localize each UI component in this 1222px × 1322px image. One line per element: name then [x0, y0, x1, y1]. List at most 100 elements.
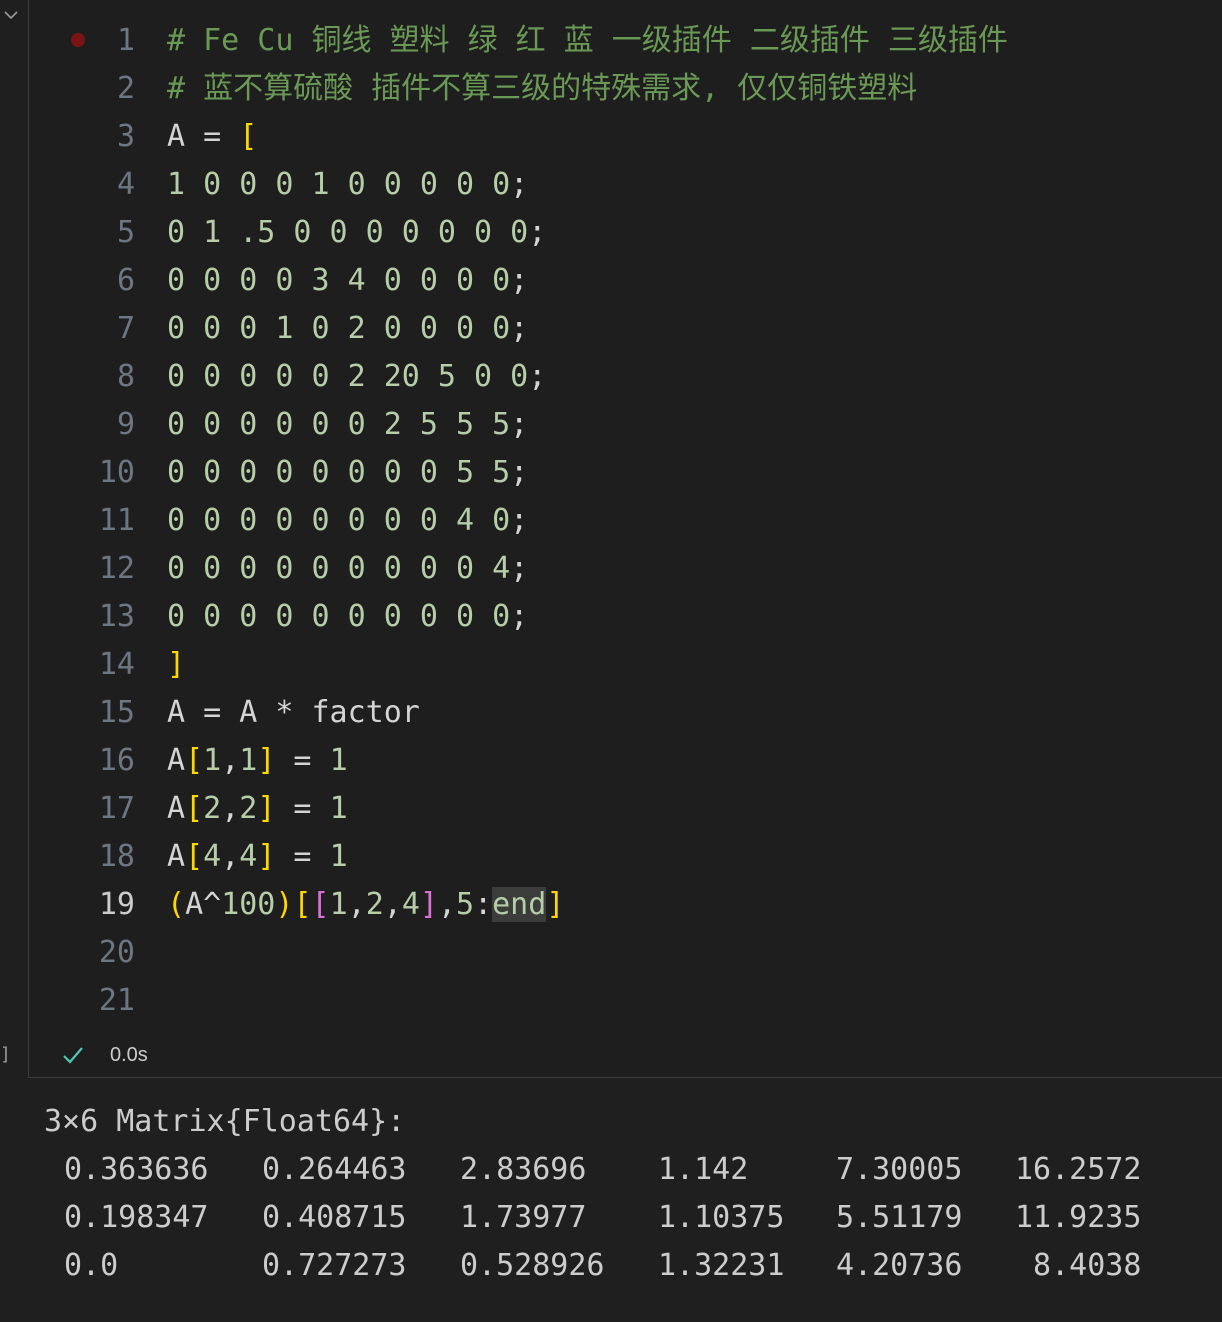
line-number: 15: [98, 695, 135, 730]
code-token: 0 0 0 1 0 2 0 0 0 0: [167, 311, 511, 346]
code-token: 1: [329, 743, 348, 778]
code-token: :: [474, 887, 493, 922]
code-token: ]: [257, 791, 276, 826]
line-number: 3: [116, 119, 135, 154]
code-token: 1: [329, 791, 348, 826]
matrix-row: 0.363636 0.264463 2.83696 1.142 7.30005 16.25…: [0, 1146, 1222, 1194]
code-line[interactable]: 5 0 1 .5 0 0 0 0 0 0 0;: [29, 209, 1222, 257]
line-number: 13: [98, 599, 135, 634]
code-token: [: [239, 119, 258, 154]
code-line[interactable]: 16 A[1,1] = 1: [29, 737, 1222, 785]
line-number: 1: [116, 23, 135, 58]
matrix-cell: 0.264463: [262, 1152, 407, 1187]
code-token: 1: [329, 839, 348, 874]
code-token: A^: [185, 887, 222, 922]
line-number: 16: [98, 743, 135, 778]
code-text: # 蓝不算硫酸 插件不算三级的特殊需求, 仅仅铜铁塑料: [167, 65, 917, 113]
matrix-row: 0.0 0.727273 0.528926 1.32231 4.20736 8.4038: [0, 1242, 1222, 1290]
code-token: 5: [456, 887, 475, 922]
code-line[interactable]: 21: [29, 977, 1222, 1025]
line-number: 21: [98, 983, 135, 1018]
code-line[interactable]: 9 0 0 0 0 0 0 2 5 5 5;: [29, 401, 1222, 449]
code-text: A = A * factor: [167, 689, 420, 737]
code-line[interactable]: 11 0 0 0 0 0 0 0 0 4 0;: [29, 497, 1222, 545]
code-token: A: [167, 839, 186, 874]
code-token: ;: [510, 263, 529, 298]
code-line[interactable]: 13 0 0 0 0 0 0 0 0 0 0;: [29, 593, 1222, 641]
matrix-cell: 0.408715: [262, 1200, 407, 1235]
code-token: ,: [221, 791, 240, 826]
check-icon: [62, 1044, 84, 1066]
code-line[interactable]: 18 A[4,4] = 1: [29, 833, 1222, 881]
code-line[interactable]: 12 0 0 0 0 0 0 0 0 0 4;: [29, 545, 1222, 593]
code-token: A: [167, 743, 186, 778]
matrix-cell: 0.727273: [262, 1248, 407, 1283]
code-text: 0 0 0 0 0 0 0 0 4 0;: [167, 497, 528, 545]
line-number: 20: [98, 935, 135, 970]
code-line[interactable]: 10 0 0 0 0 0 0 0 0 5 5;: [29, 449, 1222, 497]
code-token: ]: [257, 839, 276, 874]
code-cell[interactable]: 1 # Fe Cu 铜线 塑料 绿 红 蓝 一级插件 二级插件 三级插件 2 # 蓝不…: [28, 0, 1222, 1078]
code-token: 1: [203, 743, 222, 778]
code-line[interactable]: 8 0 0 0 0 0 2 20 5 0 0;: [29, 353, 1222, 401]
code-token: 4: [239, 839, 258, 874]
line-number: 17: [98, 791, 135, 826]
code-line[interactable]: 3 A = [: [29, 113, 1222, 161]
code-token: (: [167, 887, 186, 922]
line-number: 12: [98, 551, 135, 586]
code-comment: # 蓝不算硫酸 插件不算三级的特殊需求, 仅仅铜铁塑料: [167, 71, 918, 106]
execution-time: 0.0s: [110, 1044, 148, 1066]
line-number: 8: [116, 359, 135, 394]
code-token: ;: [510, 311, 529, 346]
cell-output: 3×6 Matrix{Float64}: 0.363636 0.264463 2.8…: [0, 1078, 1222, 1322]
matrix-cell: 0.198347: [64, 1200, 209, 1235]
code-token: 0 0 0 0 0 0 0 0 4 0: [167, 503, 511, 538]
code-line[interactable]: 17 A[2,2] = 1: [29, 785, 1222, 833]
code-text: A[2,2] = 1: [167, 785, 348, 833]
code-token: =: [275, 791, 330, 826]
code-line[interactable]: 1 # Fe Cu 铜线 塑料 绿 红 蓝 一级插件 二级插件 三级插件: [29, 17, 1222, 65]
matrix-cell: 2.83696: [460, 1152, 587, 1187]
code-token: A: [167, 791, 186, 826]
line-number: 11: [98, 503, 135, 538]
code-token: A =: [167, 119, 240, 154]
code-token: ;: [510, 167, 529, 202]
code-line[interactable]: 7 0 0 0 1 0 2 0 0 0 0;: [29, 305, 1222, 353]
code-text: 0 0 0 0 0 0 2 5 5 5;: [167, 401, 528, 449]
line-number: 2: [116, 71, 135, 106]
execution-count: ]: [0, 1044, 11, 1065]
line-number: 5: [116, 215, 135, 250]
cell-status: 0.0s: [28, 1040, 628, 1074]
line-number: 14: [98, 647, 135, 682]
code-token: [: [185, 743, 204, 778]
code-line[interactable]: 6 0 0 0 0 3 4 0 0 0 0;: [29, 257, 1222, 305]
code-token: [: [185, 791, 204, 826]
code-line[interactable]: 20: [29, 929, 1222, 977]
code-line[interactable]: 19 (A^100)[[1,2,4],5:end]: [29, 881, 1222, 929]
code-line[interactable]: 4 1 0 0 0 1 0 0 0 0 0;: [29, 161, 1222, 209]
code-token: =: [275, 743, 330, 778]
code-text: 0 0 0 1 0 2 0 0 0 0;: [167, 305, 528, 353]
code-line[interactable]: 2 # 蓝不算硫酸 插件不算三级的特殊需求, 仅仅铜铁塑料: [29, 65, 1222, 113]
matrix-cell: 0.363636: [64, 1152, 209, 1187]
matrix-cell: 1.10375: [658, 1200, 785, 1235]
code-line[interactable]: 14]: [29, 641, 1222, 689]
code-line[interactable]: 15 A = A * factor: [29, 689, 1222, 737]
code-token: A = A * factor: [167, 695, 420, 730]
code-text: A = [: [167, 113, 257, 161]
collapse-chevron-icon[interactable]: [2, 6, 20, 24]
line-number: 9: [116, 407, 135, 442]
line-number: 10: [98, 455, 135, 490]
matrix-cell: 0.0: [64, 1248, 119, 1283]
matrix-cell: 7.30005: [836, 1152, 963, 1187]
code-text: (A^100)[[1,2,4],5:end]: [167, 881, 564, 929]
code-token: 0 0 0 0 0 0 2 5 5 5: [167, 407, 511, 442]
code-token: 2: [203, 791, 222, 826]
code-token: ;: [510, 503, 529, 538]
code-text: 1 0 0 0 1 0 0 0 0 0;: [167, 161, 528, 209]
code-token: 4: [203, 839, 222, 874]
code-text: # Fe Cu 铜线 塑料 绿 红 蓝 一级插件 二级插件 三级插件: [167, 17, 1008, 65]
code-token: ): [275, 887, 294, 922]
code-text: A[1,1] = 1: [167, 737, 348, 785]
code-token: ;: [528, 215, 547, 250]
